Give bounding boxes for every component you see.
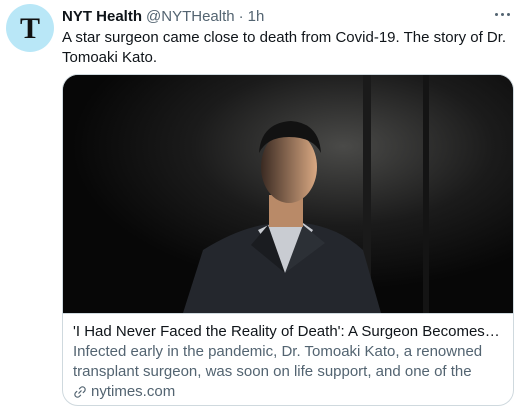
card-title: 'I Had Never Faced the Reality of Death'… xyxy=(73,323,503,340)
surgeon-portrait-image xyxy=(63,75,513,313)
card-image[interactable] xyxy=(63,75,513,313)
link-card[interactable]: 'I Had Never Faced the Reality of Death'… xyxy=(62,74,514,406)
more-dot xyxy=(494,12,498,16)
more-dot xyxy=(500,12,504,16)
card-text[interactable]: 'I Had Never Faced the Reality of Death'… xyxy=(63,313,513,405)
display-name[interactable]: NYT Health xyxy=(62,8,142,25)
more-dot xyxy=(506,12,510,16)
card-description: Infected early in the pandemic, Dr. Tomo… xyxy=(73,343,483,380)
tweet-text: A star surgeon came close to death from … xyxy=(62,29,507,66)
timestamp[interactable]: 1h xyxy=(248,8,265,25)
tweet[interactable]: T NYT Health @NYTHealth · 1h A star surg… xyxy=(0,0,524,411)
separator-dot: · xyxy=(238,7,244,25)
card-domain-text: nytimes.com xyxy=(91,383,176,400)
link-icon xyxy=(74,386,86,398)
tweet-header: NYT Health @NYTHealth · 1h xyxy=(62,6,264,26)
card-domain: nytimes.com xyxy=(73,382,503,402)
avatar[interactable]: T xyxy=(6,4,54,52)
more-options-icon[interactable] xyxy=(490,6,514,22)
nyt-logo: T xyxy=(19,12,40,45)
user-handle[interactable]: @NYTHealth xyxy=(146,8,235,25)
